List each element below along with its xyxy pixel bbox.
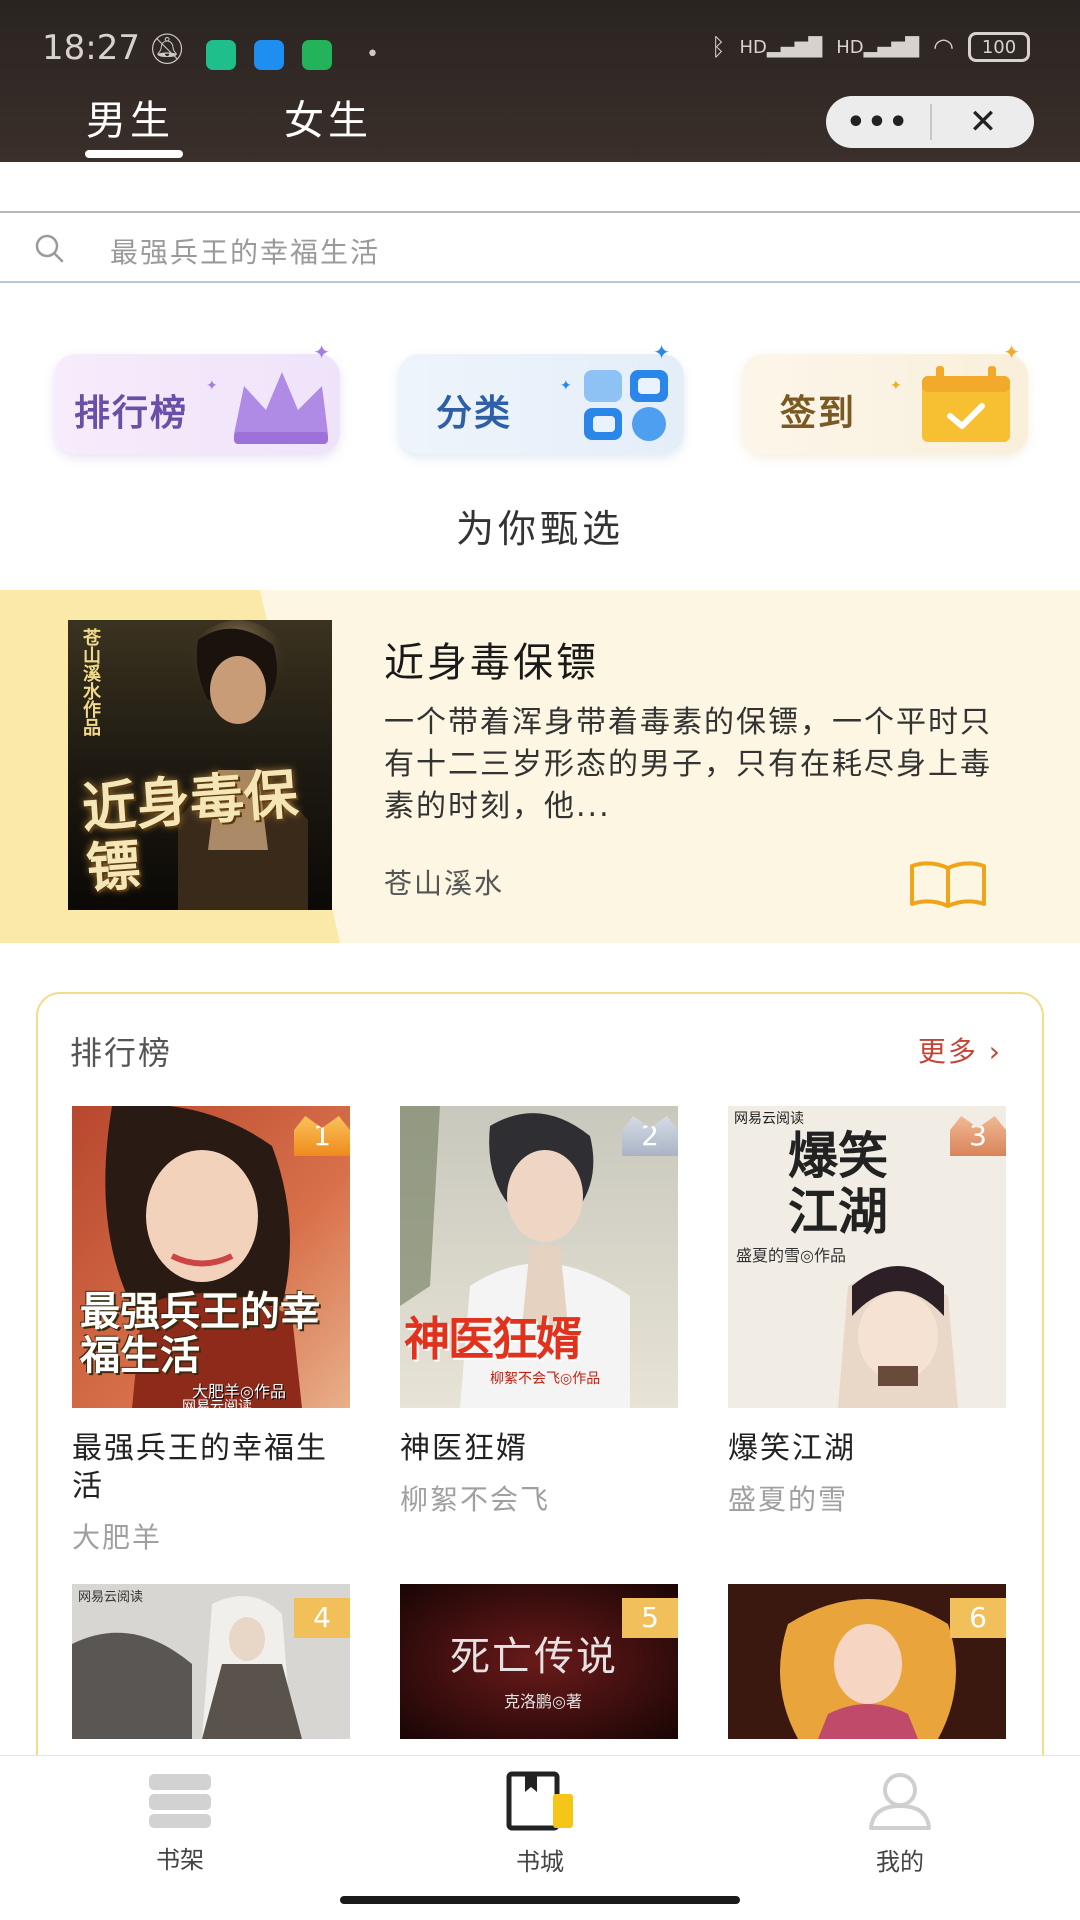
signal-icon: HD▂▄▆█ xyxy=(836,36,920,58)
app-notification-icon xyxy=(302,40,332,70)
book-cover[interactable]: 网易云阅读 爆笑江湖 盛夏的雪◎作品 3 xyxy=(728,1106,1006,1408)
book-cover-author: 柳絮不会飞◎作品 xyxy=(490,1371,601,1387)
sparkle-icon: ✦ xyxy=(653,340,670,364)
rank-badge: 6 xyxy=(950,1598,1006,1638)
nav-bookstore-label: 书城 xyxy=(516,1848,564,1876)
featured-cover[interactable]: 苍山溪水作品 近身毒保镖 xyxy=(68,620,332,910)
more-notifications-icon: • xyxy=(366,42,379,67)
signal-icon: HD▂▄▆█ xyxy=(739,36,823,58)
ranking-book[interactable]: 网易云阅读 爆笑江湖 盛夏的雪◎作品 3 爆笑江湖 盛夏的雪 xyxy=(728,1106,1006,1518)
status-time: 18:27 xyxy=(42,28,140,68)
book-title[interactable]: 最强兵王的幸福生活 xyxy=(72,1430,350,1506)
entry-category-label: 分类 xyxy=(436,393,513,434)
ranking-more-link[interactable]: 更多 › xyxy=(918,1030,1002,1070)
wifi-icon: ◠ xyxy=(933,33,954,61)
featured-cover-title: 近身毒保镖 xyxy=(79,761,300,901)
crown-icon xyxy=(234,372,328,444)
rank-badge: 5 xyxy=(622,1598,678,1638)
app-notification-icon xyxy=(206,40,236,70)
book-cover-author: 克洛鹏◎著 xyxy=(504,1692,582,1711)
ranking-book[interactable]: 神医狂婿 柳絮不会飞◎作品 2 神医狂婿 柳絮不会飞 xyxy=(400,1106,678,1518)
top-bar: 18:27 🔕︎ • ᛒ HD▂▄▆█ HD▂▄▆█ ◠ 100 男生 女生 •… xyxy=(0,0,1080,162)
nav-bookshelf-label: 书架 xyxy=(156,1846,204,1874)
close-button[interactable]: ✕ xyxy=(932,102,1034,142)
book-cover-author: 盛夏的雪◎作品 xyxy=(736,1246,846,1265)
entry-category[interactable]: 分类 ✦ ✦ xyxy=(398,340,684,454)
nav-mine-label: 我的 xyxy=(876,1848,924,1876)
active-tab-indicator xyxy=(85,150,183,158)
open-book-icon[interactable] xyxy=(908,858,988,910)
bookstore-icon xyxy=(506,1771,573,1831)
home-indicator[interactable] xyxy=(340,1896,740,1904)
sparkle-icon: ✦ xyxy=(560,378,572,394)
ranking-heading: 排行榜 xyxy=(70,1034,173,1072)
search-placeholder: 最强兵王的幸福生活 xyxy=(110,236,381,269)
mini-program-capsule: ••• ✕ xyxy=(826,96,1034,148)
sparkle-icon: ✦ xyxy=(206,378,218,394)
nav-bookshelf[interactable]: 书架 xyxy=(80,1770,280,1875)
book-cover[interactable]: 最强兵王的幸福生活 大肥羊◎作品 网易云阅读 1 xyxy=(72,1106,350,1408)
book-author: 盛夏的雪 xyxy=(728,1483,849,1516)
category-grid-icon xyxy=(584,370,668,441)
sparkle-icon: ✦ xyxy=(1003,340,1020,364)
ranking-book[interactable]: 最强兵王的幸福生活 大肥羊◎作品 网易云阅读 1 最强兵王的幸福生活 大肥羊 xyxy=(72,1106,350,1556)
featured-title[interactable]: 近身毒保镖 xyxy=(384,630,599,688)
tab-female[interactable]: 女生 xyxy=(284,88,372,146)
bookshelf-icon xyxy=(149,1774,211,1828)
calendar-check-icon xyxy=(922,366,1010,442)
status-bar: 18:27 🔕︎ • ᛒ HD▂▄▆█ HD▂▄▆█ ◠ 100 xyxy=(0,28,1080,78)
entry-ranking-label: 排行榜 xyxy=(74,393,189,434)
user-icon xyxy=(869,1773,931,1830)
search-icon xyxy=(35,234,64,263)
bluetooth-icon: ᛒ xyxy=(711,33,726,61)
featured-description: 一个带着浑身带着毒素的保镖，一个平时只有十二三岁形态的男子，只有在耗尽身上毒素的… xyxy=(384,705,992,824)
book-cover-title: 爆笑江湖 xyxy=(788,1126,888,1241)
sparkle-icon: ✦ xyxy=(313,340,330,364)
ranking-book[interactable]: 死亡传说 克洛鹏◎著 5 xyxy=(400,1584,678,1739)
nav-bookstore[interactable]: 书城 xyxy=(440,1770,640,1877)
book-cover-title: 神医狂婿 xyxy=(404,1312,582,1366)
search-bar[interactable]: 最强兵王的幸福生活 xyxy=(0,211,1080,283)
entry-ranking[interactable]: 排行榜 ✦ ✦ xyxy=(54,340,340,454)
ranking-book[interactable]: 网易云阅读 4 xyxy=(72,1584,350,1739)
mute-icon: 🔕︎ xyxy=(148,32,187,67)
book-cover-title: 死亡传说 xyxy=(450,1634,618,1680)
book-title[interactable]: 爆笑江湖 xyxy=(728,1430,1006,1468)
featured-book[interactable]: 苍山溪水作品 近身毒保镖 近身毒保镖 一个带着浑身带着毒素的保镖，一个平时只有十… xyxy=(0,590,1080,943)
rank-badge: 4 xyxy=(294,1598,350,1638)
book-author: 柳絮不会飞 xyxy=(400,1483,551,1516)
entry-checkin-label: 签到 xyxy=(780,393,857,434)
sparkle-icon: ✦ xyxy=(890,378,902,394)
book-cover-publisher: 网易云阅读 xyxy=(182,1399,252,1408)
section-title: 为你甄选 xyxy=(455,507,624,551)
book-author: 大肥羊 xyxy=(72,1521,163,1554)
app-notification-icon xyxy=(254,40,284,70)
status-right: ᛒ HD▂▄▆█ HD▂▄▆█ ◠ 100 xyxy=(711,32,1030,62)
ranking-book[interactable]: 6 xyxy=(728,1584,1006,1739)
nav-mine[interactable]: 我的 xyxy=(800,1770,1000,1877)
featured-cover-author: 苍山溪水作品 xyxy=(80,628,101,736)
ranking-card: 排行榜 更多 › 最强兵王的幸福生活 大肥羊◎作品 网易云阅读 1 最强兵王的幸… xyxy=(36,992,1044,1772)
book-title[interactable]: 神医狂婿 xyxy=(400,1430,678,1468)
featured-author: 苍山溪水 xyxy=(384,867,505,900)
battery-icon: 100 xyxy=(968,32,1030,62)
tab-male[interactable]: 男生 xyxy=(86,88,174,146)
book-cover-publisher: 网易云阅读 xyxy=(734,1111,804,1127)
more-button[interactable]: ••• xyxy=(826,105,930,140)
book-cover[interactable]: 神医狂婿 柳絮不会飞◎作品 2 xyxy=(400,1106,678,1408)
entry-checkin[interactable]: 签到 ✦ ✦ xyxy=(742,340,1028,454)
book-cover-publisher: 网易云阅读 xyxy=(78,1590,144,1605)
book-cover-title: 最强兵王的幸福生活 xyxy=(80,1288,320,1379)
